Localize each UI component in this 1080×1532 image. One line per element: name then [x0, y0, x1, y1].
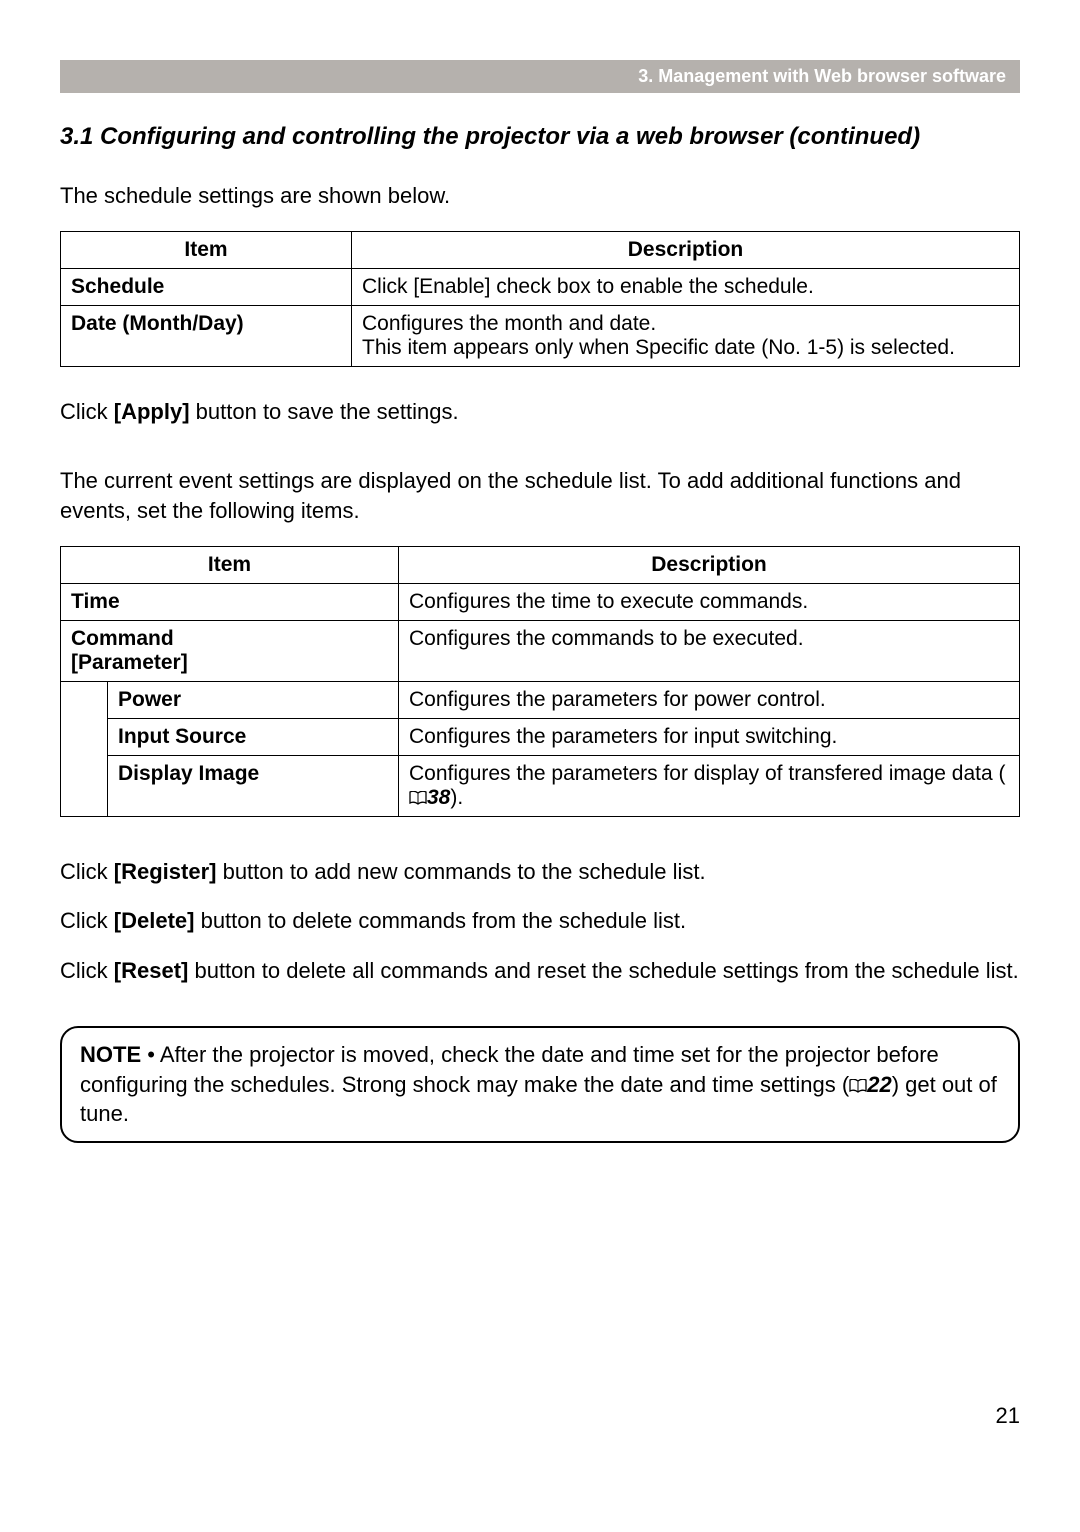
reset-text: Click [Reset] button to delete all comma…	[60, 956, 1020, 986]
note-label: NOTE	[80, 1042, 141, 1067]
intro-text: The schedule settings are shown below.	[60, 181, 1020, 211]
mid-text: The current event settings are displayed…	[60, 466, 1020, 525]
table1-item-schedule: Schedule	[61, 268, 352, 305]
table2-header-item: Item	[61, 546, 399, 583]
table2-desc-power: Configures the parameters for power cont…	[399, 681, 1020, 718]
table2-item-display: Display Image	[108, 755, 399, 816]
section-title: 3.1 Configuring and controlling the proj…	[60, 123, 1020, 151]
table2-header-desc: Description	[399, 546, 1020, 583]
delete-text: Click [Delete] button to delete commands…	[60, 906, 1020, 936]
table1-desc-date: Configures the month and date. This item…	[352, 305, 1020, 366]
table2-desc-command: Configures the commands to be executed.	[399, 620, 1020, 681]
register-text: Click [Register] button to add new comma…	[60, 857, 1020, 887]
table2-item-time: Time	[61, 583, 399, 620]
table-row: Command [Parameter] Configures the comma…	[61, 620, 1020, 681]
schedule-settings-table: Item Description Schedule Click [Enable]…	[60, 231, 1020, 367]
table-row: Input Source Configures the parameters f…	[61, 718, 1020, 755]
table-row: Date (Month/Day) Configures the month an…	[61, 305, 1020, 366]
indent-cell	[61, 681, 108, 718]
table1-header-desc: Description	[352, 231, 1020, 268]
table-row: Power Configures the parameters for powe…	[61, 681, 1020, 718]
book-icon	[849, 1079, 867, 1093]
event-settings-table: Item Description Time Configures the tim…	[60, 546, 1020, 817]
page-number: 21	[60, 1403, 1020, 1429]
chapter-bar: 3. Management with Web browser software	[60, 60, 1020, 93]
table2-desc-input: Configures the parameters for input swit…	[399, 718, 1020, 755]
table2-desc-display: Configures the parameters for display of…	[399, 755, 1020, 816]
table2-item-power: Power	[108, 681, 399, 718]
book-icon	[409, 791, 427, 805]
indent-cell	[61, 755, 108, 816]
table2-desc-time: Configures the time to execute commands.	[399, 583, 1020, 620]
note-box: NOTE • After the projector is moved, che…	[60, 1026, 1020, 1143]
indent-cell	[61, 718, 108, 755]
table1-header-item: Item	[61, 231, 352, 268]
table1-item-date: Date (Month/Day)	[61, 305, 352, 366]
table2-item-command: Command [Parameter]	[61, 620, 399, 681]
apply-text: Click [Apply] button to save the setting…	[60, 397, 1020, 427]
table-row: Schedule Click [Enable] check box to ena…	[61, 268, 1020, 305]
table2-item-input: Input Source	[108, 718, 399, 755]
table-row: Display Image Configures the parameters …	[61, 755, 1020, 816]
table-row: Time Configures the time to execute comm…	[61, 583, 1020, 620]
table1-desc-schedule: Click [Enable] check box to enable the s…	[352, 268, 1020, 305]
